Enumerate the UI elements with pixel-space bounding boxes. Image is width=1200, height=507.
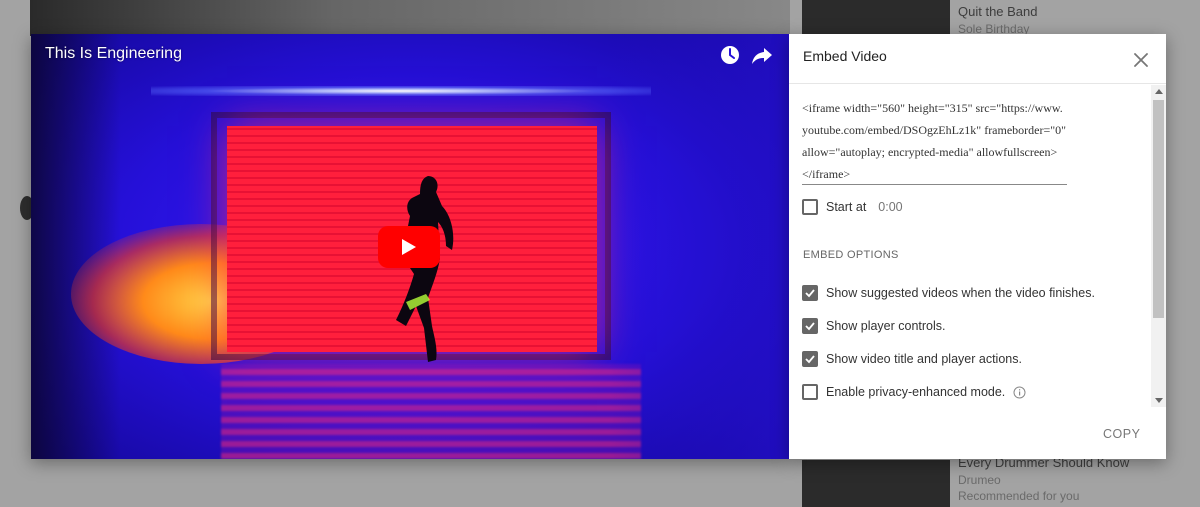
player-controls-label: Show player controls. (826, 319, 946, 333)
video-player[interactable]: This Is Engineering (31, 34, 789, 459)
scrollbar[interactable] (1151, 85, 1166, 407)
embed-dialog-header: Embed Video (789, 34, 1166, 84)
video-frame-figure (386, 176, 454, 362)
video-frame-light (151, 86, 651, 96)
option-player-controls[interactable]: Show player controls. (802, 316, 946, 336)
video-title[interactable]: This Is Engineering (45, 45, 182, 63)
privacy-mode-checkbox[interactable] (802, 384, 818, 400)
video-frame-vignette (609, 34, 789, 459)
background-main-video (30, 0, 790, 36)
embed-options-heading: EMBED OPTIONS (803, 249, 899, 261)
sidebar-video-channel: Drumeo (958, 473, 1001, 487)
option-video-title[interactable]: Show video title and player actions. (802, 349, 1022, 369)
sidebar-video-title: Quit the Band (958, 4, 1038, 19)
embed-code-textarea[interactable]: <iframe width="560" height="315" src="ht… (802, 97, 1067, 185)
suggested-videos-checkbox[interactable] (802, 285, 818, 301)
embed-dialog: Embed Video <iframe width="560" height="… (789, 34, 1166, 459)
scroll-up-arrow[interactable] (1155, 89, 1163, 94)
share-arrow-icon[interactable] (751, 44, 773, 66)
video-frame-reflection (221, 364, 641, 459)
close-icon[interactable] (1131, 50, 1151, 70)
video-title-label: Show video title and player actions. (826, 352, 1022, 366)
scrollbar-thumb[interactable] (1153, 100, 1164, 318)
sidebar-thumbnail (802, 0, 950, 36)
play-icon (402, 239, 416, 255)
embed-dialog-title: Embed Video (803, 48, 887, 64)
clock-icon[interactable] (719, 44, 741, 66)
option-privacy-mode[interactable]: Enable privacy-enhanced mode. (802, 382, 1026, 402)
start-at-row: Start at (802, 197, 919, 217)
player-controls-checkbox[interactable] (802, 318, 818, 334)
option-suggested-videos[interactable]: Show suggested videos when the video fin… (802, 283, 1095, 303)
sidebar-thumbnail (802, 460, 950, 507)
sidebar-video-meta: Recommended for you (958, 489, 1080, 503)
info-icon[interactable] (1013, 386, 1026, 399)
suggested-videos-label: Show suggested videos when the video fin… (826, 286, 1095, 300)
copy-button[interactable]: COPY (1103, 427, 1140, 441)
start-at-label: Start at (826, 200, 867, 214)
start-at-checkbox[interactable] (802, 199, 818, 215)
start-at-input[interactable] (878, 200, 919, 214)
privacy-mode-label: Enable privacy-enhanced mode. (826, 385, 1006, 399)
embed-options-scroll-area[interactable]: <iframe width="560" height="315" src="ht… (789, 85, 1166, 407)
scroll-down-arrow[interactable] (1155, 398, 1163, 403)
video-title-checkbox[interactable] (802, 351, 818, 367)
play-button[interactable] (378, 226, 440, 268)
